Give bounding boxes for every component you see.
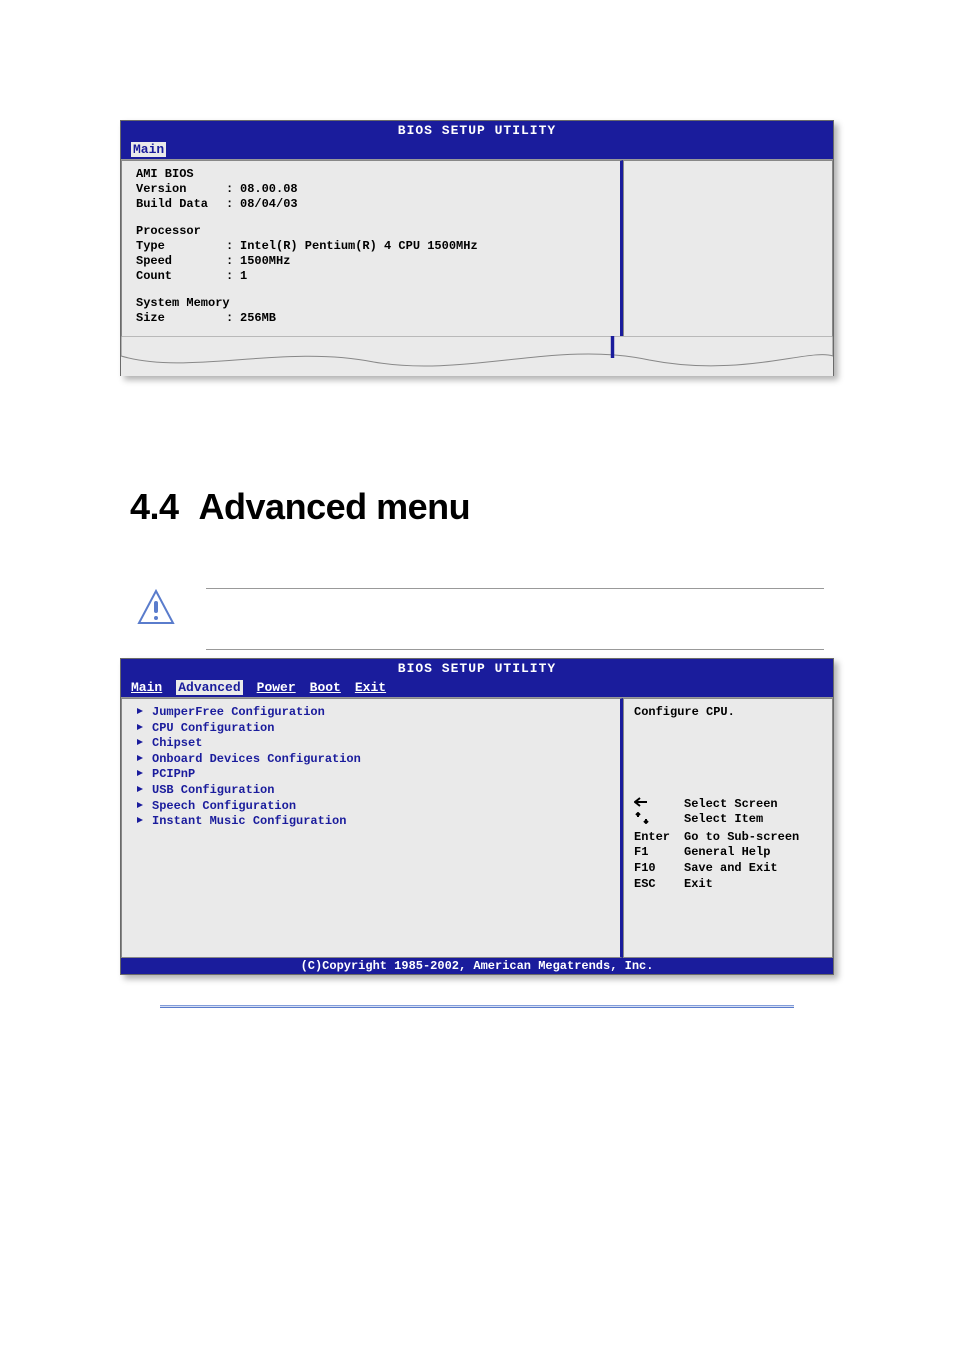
row-size-label: Size [136,311,226,326]
bios2-title: BIOS SETUP UTILITY [121,659,833,678]
bios2-tab-row: Main Advanced Power Boot Exit [121,678,833,697]
menu-item-label: Chipset [152,736,202,752]
nav-f10: F10 Save and Exit [634,861,822,877]
bios2-footer: (C)Copyright 1985-2002, American Megatre… [121,958,833,974]
nav-f1: F1 General Help [634,845,822,861]
nav-select-screen: Select Screen [634,797,822,813]
submenu-caret-icon [136,814,144,830]
amibios-heading: AMI BIOS [136,167,606,182]
row-type-label: Type [136,239,226,254]
row-builddata-value: 08/04/03 [240,197,298,212]
tab-main[interactable]: Main [131,680,162,695]
menu-item[interactable]: CPU Configuration [136,721,606,737]
row-count-value: 1 [240,269,247,284]
nav-esc-key: ESC [634,877,678,893]
row-type-value: Intel(R) Pentium(R) 4 CPU 1500MHz [240,239,478,254]
nav-esc: ESC Exit [634,877,822,893]
caution-block [136,588,824,650]
bios-side-column [623,160,833,338]
nav-f10-key: F10 [634,861,678,877]
tab-power[interactable]: Power [257,680,296,695]
menu-item[interactable]: JumperFree Configuration [136,705,606,721]
bios-tab-row: Main [121,140,833,159]
section-title: Advanced menu [199,486,471,527]
processor-heading: Processor [136,224,606,239]
nav-help: Select Screen Select Item Enter Go to Su… [634,797,822,893]
row-speed-label: Speed [136,254,226,269]
row-type: Type:Intel(R) Pentium(R) 4 CPU 1500MHz [136,239,606,254]
bios-title: BIOS SETUP UTILITY [121,121,833,140]
menu-item-label: PCIPnP [152,767,195,783]
tab-advanced[interactable]: Advanced [176,680,242,695]
tab-boot[interactable]: Boot [310,680,341,695]
caution-icon [136,588,176,628]
row-builddata: Build Data:08/04/03 [136,197,606,212]
submenu-caret-icon [136,736,144,752]
menu-item-label: USB Configuration [152,783,274,799]
nav-enter-text: Go to Sub-screen [684,830,799,846]
bios-content: AMI BIOS Version:08.00.08 Build Data:08/… [121,159,833,338]
menu-item[interactable]: Speech Configuration [136,799,606,815]
nav-select-item-text: Select Item [684,812,763,830]
page: BIOS SETUP UTILITY Main AMI BIOS Version… [0,0,954,1038]
submenu-caret-icon [136,752,144,768]
tab-main[interactable]: Main [131,142,166,157]
page-footer-rule [160,1005,794,1008]
menu-item[interactable]: Onboard Devices Configuration [136,752,606,768]
left-arrow-icon [634,797,678,813]
menu-item[interactable]: Chipset [136,736,606,752]
menu-item-label: Instant Music Configuration [152,814,346,830]
menu-item-label: CPU Configuration [152,721,274,737]
nav-f10-text: Save and Exit [684,861,778,877]
row-speed-value: 1500MHz [240,254,290,269]
nav-enter-key: Enter [634,830,678,846]
up-down-arrow-icon [634,812,678,830]
row-version-label: Version [136,182,226,197]
bios2-side-column: Configure CPU. Select Screen Select Item [623,698,833,958]
nav-f1-key: F1 [634,845,678,861]
row-size-value: 256MB [240,311,276,326]
nav-enter: Enter Go to Sub-screen [634,830,822,846]
nav-esc-text: Exit [684,877,713,893]
nav-f1-text: General Help [684,845,770,861]
section-heading: 4.4 Advanced menu [130,486,854,528]
bios-main-screenshot: BIOS SETUP UTILITY Main AMI BIOS Version… [120,120,834,376]
submenu-caret-icon [136,767,144,783]
row-version: Version:08.00.08 [136,182,606,197]
row-count: Count:1 [136,269,606,284]
sysmem-heading: System Memory [136,296,606,311]
nav-select-item: Select Item [634,812,822,830]
caution-text [206,588,824,650]
submenu-caret-icon [136,783,144,799]
menu-item[interactable]: USB Configuration [136,783,606,799]
menu-item[interactable]: Instant Music Configuration [136,814,606,830]
side-help-text: Configure CPU. [634,705,822,721]
submenu-caret-icon [136,705,144,721]
submenu-caret-icon [136,799,144,815]
row-count-label: Count [136,269,226,284]
submenu-caret-icon [136,721,144,737]
row-version-value: 08.00.08 [240,182,298,197]
torn-edge [121,336,833,376]
menu-item-label: JumperFree Configuration [152,705,325,721]
bios2-main-column: JumperFree ConfigurationCPU Configuratio… [121,698,623,958]
bios-main-column: AMI BIOS Version:08.00.08 Build Data:08/… [121,160,623,338]
bios-advanced-screenshot: BIOS SETUP UTILITY Main Advanced Power B… [120,658,834,975]
menu-item[interactable]: PCIPnP [136,767,606,783]
section-number: 4.4 [130,486,179,528]
menu-item-label: Speech Configuration [152,799,296,815]
tab-exit[interactable]: Exit [355,680,386,695]
row-builddata-label: Build Data [136,197,226,212]
row-size: Size:256MB [136,311,606,326]
menu-item-label: Onboard Devices Configuration [152,752,361,768]
nav-select-screen-text: Select Screen [684,797,778,813]
bios2-content: JumperFree ConfigurationCPU Configuratio… [121,697,833,958]
row-speed: Speed:1500MHz [136,254,606,269]
